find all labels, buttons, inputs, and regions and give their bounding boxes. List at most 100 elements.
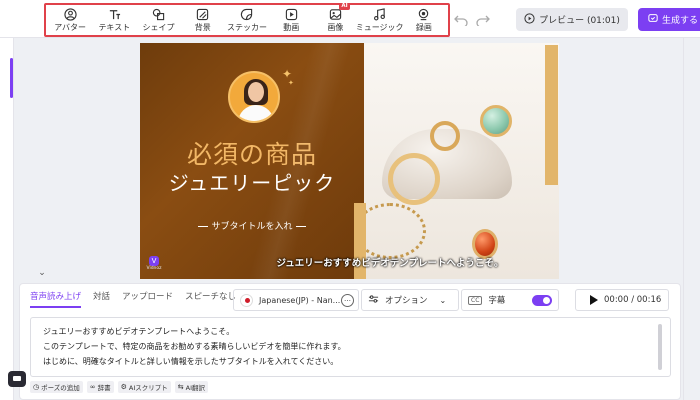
video-canvas[interactable]: ✦ ✦ 必須の商品 ジュエリーピック サブタイトルを入れ V Vidnoz ジュ…: [140, 43, 559, 279]
title-line-1[interactable]: 必須の商品: [140, 135, 364, 171]
redo-icon[interactable]: [476, 11, 490, 30]
preview-button[interactable]: プレビュー (01:01): [516, 8, 628, 31]
scrollbar[interactable]: [658, 324, 662, 370]
right-rail: [683, 38, 700, 400]
audio-player: 00:00 / 00:16: [575, 289, 669, 311]
play-icon[interactable]: [590, 295, 598, 305]
vidnoz-logo: V Vidnoz: [146, 256, 162, 272]
add-pause-button[interactable]: ◷ ポーズの追加: [30, 381, 83, 393]
add-pause-label: ポーズの追加: [41, 384, 80, 392]
record-icon: [417, 7, 431, 21]
ai-script-button[interactable]: ⚙ AIスクリプト: [117, 381, 171, 393]
chat-icon[interactable]: [8, 371, 26, 387]
tool-label: 画像: [327, 23, 344, 32]
subtitles-label: 字幕: [488, 296, 506, 306]
vidnoz-logo-text: Vidnoz: [146, 266, 162, 271]
tool-text[interactable]: テキスト: [92, 7, 136, 33]
tab-dialogue[interactable]: 対話: [93, 290, 110, 308]
avatar-face: [248, 82, 264, 102]
insert-tools-group: アバター テキスト シェイプ 背景 ステッカー 動画 AI 画像 ミュージック …: [44, 3, 450, 37]
left-rail-active-marker: [10, 58, 13, 98]
avatar-icon: [63, 7, 77, 21]
ai-translate-label: AI翻訳: [185, 384, 206, 392]
tab-no-speech[interactable]: スピーチなし: [185, 290, 236, 308]
tool-label: 動画: [283, 23, 300, 32]
subtitles-toggle[interactable]: [532, 295, 552, 306]
ai-translate-button[interactable]: ⇆ AI翻訳: [174, 381, 209, 393]
tool-label: テキスト: [98, 23, 131, 32]
voice-language-select[interactable]: Japanese(JP) - Nan... …: [233, 289, 359, 311]
shape-icon: [152, 7, 166, 21]
tool-record[interactable]: 録画: [402, 7, 446, 33]
chevron-down-icon: ⌄: [439, 295, 447, 305]
clock-icon: ◷: [33, 383, 40, 391]
subtitle-label: サブタイトルを入れ: [211, 222, 293, 232]
play-circle-icon: [524, 12, 535, 27]
script-line: このテンプレートで、特定の商品をお勧めする素晴らしいビデオを簡単に作れます。: [43, 342, 346, 351]
generate-icon: [648, 13, 658, 26]
tool-sticker[interactable]: ステッカー: [225, 7, 269, 33]
tool-label: 背景: [194, 23, 211, 32]
top-toolbar: アバター テキスト シェイプ 背景 ステッカー 動画 AI 画像 ミュージック …: [0, 0, 700, 38]
ai-script-label: AIスクリプト: [128, 384, 168, 392]
more-icon[interactable]: …: [341, 294, 354, 307]
vidnoz-logo-mark: V: [149, 256, 159, 266]
background-icon: [196, 7, 210, 21]
tool-avatar[interactable]: アバター: [48, 7, 92, 33]
brown-title-panel: ✦ ✦ 必須の商品 ジュエリーピック サブタイトルを入れ V Vidnoz: [140, 43, 364, 279]
sparkle-icon: ✦: [288, 79, 294, 87]
script-actions: ◷ ポーズの追加 ∞ 辞書 ⚙ AIスクリプト ⇆ AI翻訳: [30, 381, 209, 393]
time-readout: 00:00 / 00:16: [604, 295, 662, 305]
tool-background[interactable]: 背景: [181, 7, 225, 33]
options-dropdown[interactable]: オプション ⌄: [361, 289, 459, 311]
undo-icon[interactable]: [454, 11, 468, 30]
script-panel: 音声読み上げ 対話 アップロード スピーチなし Japanese(JP) - N…: [19, 283, 681, 400]
script-tabs: 音声読み上げ 対話 アップロード スピーチなし: [30, 290, 236, 308]
tool-image[interactable]: AI 画像: [313, 3, 357, 33]
generate-label: 生成する: [662, 16, 699, 26]
ai-badge: AI: [339, 3, 350, 10]
tool-label: ステッカー: [226, 23, 267, 32]
subtitle-text[interactable]: サブタイトルを入れ: [176, 219, 328, 232]
caption-text[interactable]: ジュエリーおすすめビデオテンプレートへようこそ。: [220, 255, 559, 269]
translate-icon: ⇆: [177, 383, 184, 391]
chevron-down-icon[interactable]: ⌄: [34, 268, 50, 278]
text-icon: [107, 7, 121, 21]
video-icon: [284, 7, 298, 21]
green-gem-ring: [480, 105, 512, 137]
tool-music[interactable]: ミュージック: [355, 7, 404, 33]
tool-label: アバター: [54, 23, 86, 32]
tool-label: 録画: [415, 23, 432, 32]
tool-video[interactable]: 動画: [269, 7, 313, 33]
preview-label: プレビュー (01:01): [539, 16, 620, 26]
dictionary-icon: ∞: [89, 383, 96, 391]
ai-script-icon: ⚙: [120, 383, 127, 391]
subtitle-dash: [198, 226, 209, 227]
tab-text-to-speech[interactable]: 音声読み上げ: [30, 290, 82, 308]
gold-accent-bar: [545, 45, 558, 185]
gold-ring: [388, 153, 440, 205]
sticker-icon: [240, 7, 254, 21]
options-label: オプション: [385, 296, 428, 306]
avatar-body: [238, 105, 274, 121]
tool-label: ミュージック: [355, 23, 404, 32]
left-rail: [0, 38, 14, 400]
dictionary-button[interactable]: ∞ 辞書: [86, 381, 114, 393]
script-textarea[interactable]: ジュエリーおすすめビデオテンプレートへようこそ。 このテンプレートで、特定の商品…: [30, 317, 671, 377]
tool-label: シェイプ: [142, 23, 175, 32]
subtitles-toggle-box: CC 字幕: [461, 289, 559, 311]
avatar[interactable]: [228, 71, 280, 123]
tab-upload[interactable]: アップロード: [122, 290, 173, 308]
tool-shape[interactable]: シェイプ: [137, 7, 181, 33]
music-icon: [373, 7, 387, 21]
gold-ring: [430, 121, 460, 151]
dictionary-label: 辞書: [97, 384, 111, 392]
sliders-icon: [368, 294, 379, 307]
cc-icon: CC: [468, 295, 483, 305]
script-line: ジュエリーおすすめビデオテンプレートへようこそ。: [43, 327, 235, 336]
subtitle-dash: [295, 226, 306, 227]
generate-button[interactable]: 生成する: [638, 8, 700, 31]
voice-language-label: Japanese(JP) - Nan...: [259, 295, 341, 305]
script-line: はじめに、明確なタイトルと詳しい情報を示したサブタイトルを入れてください。: [43, 357, 339, 366]
title-line-2[interactable]: ジュエリーピック: [140, 167, 364, 196]
